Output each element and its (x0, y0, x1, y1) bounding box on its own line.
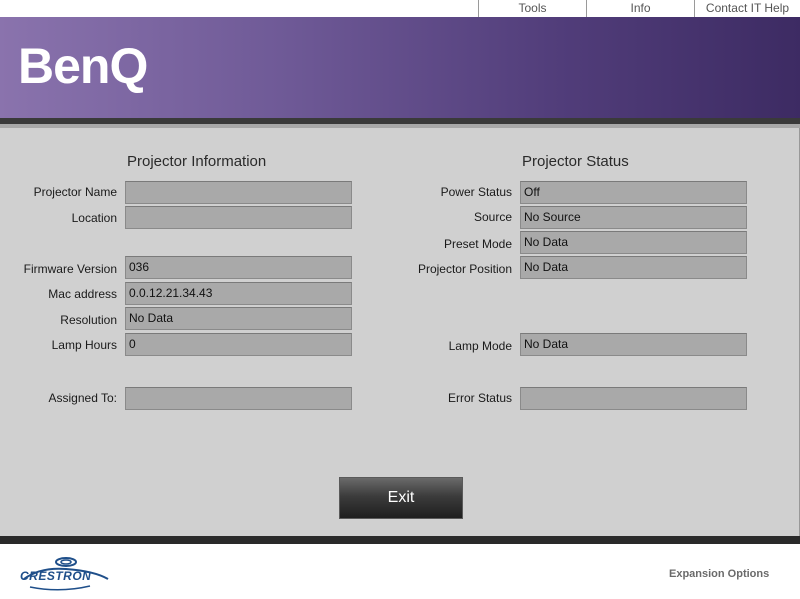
top-navigation: Tools Info Contact IT Help (0, 0, 800, 17)
lamp-mode-field: No Data (520, 333, 747, 356)
divider (0, 536, 800, 544)
main-panel: Projector Information Projector Status P… (0, 128, 800, 536)
nav-tools[interactable]: Tools (478, 0, 586, 17)
power-status-field: Off (520, 181, 747, 204)
lamp-hours-field: 0 (125, 333, 352, 356)
crestron-logo: CRESTRON (20, 553, 112, 593)
crestron-wordmark: CRESTRON (20, 569, 92, 583)
location-field (125, 206, 352, 229)
resolution-label: Resolution (60, 313, 117, 327)
mac-address-field: 0.0.12.21.34.43 (125, 282, 352, 305)
exit-button[interactable]: Exit (339, 477, 463, 519)
expansion-options-link[interactable]: Expansion Options (669, 568, 769, 580)
lamp-hours-label: Lamp Hours (51, 338, 117, 352)
assigned-to-field (125, 387, 352, 410)
assigned-to-label: Assigned To: (48, 391, 118, 405)
lamp-mode-label: Lamp Mode (448, 339, 512, 353)
source-field: No Source (520, 206, 747, 229)
error-status-field (520, 387, 747, 410)
nav-contact-it-help[interactable]: Contact IT Help (694, 0, 800, 17)
projector-name-field (125, 181, 352, 204)
firmware-version-label: Firmware Version (23, 262, 117, 276)
header-banner: BenQ (0, 17, 800, 118)
resolution-field: No Data (125, 307, 352, 330)
projector-name-label: Projector Name (33, 185, 117, 199)
location-label: Location (71, 211, 117, 225)
source-label: Source (473, 210, 512, 224)
preset-mode-label: Preset Mode (443, 237, 512, 251)
nav-info[interactable]: Info (586, 0, 694, 17)
projector-status-title: Projector Status (522, 153, 629, 170)
preset-mode-field: No Data (520, 231, 747, 254)
projector-position-field: No Data (520, 256, 747, 279)
error-status-label: Error Status (447, 391, 512, 405)
footer: CRESTRON Expansion Options (0, 544, 800, 599)
power-status-label: Power Status (440, 185, 512, 199)
firmware-version-field: 036 (125, 256, 352, 279)
benq-logo: BenQ (18, 38, 148, 94)
projector-position-label: Projector Position (417, 262, 512, 276)
projector-information-title: Projector Information (127, 153, 267, 170)
mac-address-label: Mac address (48, 287, 117, 301)
